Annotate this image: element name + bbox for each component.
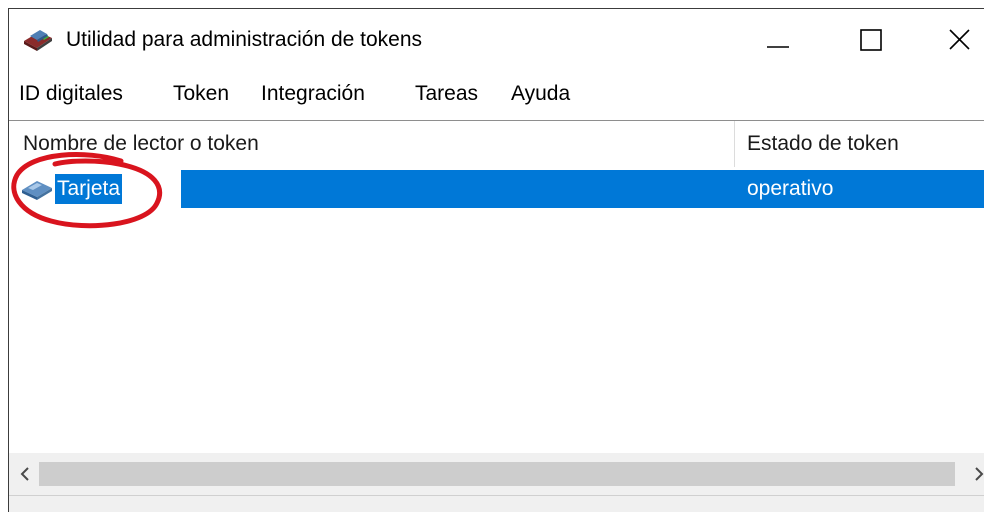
token-list-view[interactable]: Nombre de lector o token Estado de token… <box>9 120 984 512</box>
menu-tareas[interactable]: Tareas <box>415 82 478 106</box>
minimize-button[interactable] <box>731 9 821 71</box>
chevron-right-icon[interactable] <box>973 465 984 483</box>
close-icon <box>949 29 970 50</box>
minimize-icon <box>767 46 789 48</box>
scrollbar-thumb[interactable] <box>39 462 955 486</box>
menu-ayuda[interactable]: Ayuda <box>511 82 570 106</box>
row-selection-highlight <box>181 170 984 208</box>
status-bar <box>9 495 984 512</box>
maximize-icon <box>860 29 882 51</box>
token-utility-window: Utilidad para administración de tokens I… <box>8 8 984 512</box>
row-token-state: operativo <box>747 177 834 200</box>
maximize-button[interactable] <box>821 9 911 71</box>
menu-bar: ID digitales Token Integración Tareas Ay… <box>9 75 984 117</box>
chevron-left-icon[interactable] <box>19 465 31 483</box>
menu-integracion[interactable]: Integración <box>261 82 365 106</box>
column-header-reader-name[interactable]: Nombre de lector o token <box>23 132 259 156</box>
menu-token[interactable]: Token <box>173 82 229 106</box>
horizontal-scrollbar[interactable] <box>9 453 984 495</box>
list-header: Nombre de lector o token Estado de token <box>9 121 984 167</box>
menu-id-digitales[interactable]: ID digitales <box>19 82 123 106</box>
title-bar[interactable]: Utilidad para administración de tokens <box>9 9 984 71</box>
close-button[interactable] <box>911 9 984 71</box>
table-row[interactable]: Tarjeta operativo <box>9 170 984 208</box>
window-title: Utilidad para administración de tokens <box>66 28 423 51</box>
column-divider[interactable] <box>734 121 735 167</box>
smart-card-reader-icon <box>21 27 55 53</box>
smart-card-icon <box>20 176 54 202</box>
column-header-token-state[interactable]: Estado de token <box>747 132 899 156</box>
row-token-name[interactable]: Tarjeta <box>55 174 123 204</box>
